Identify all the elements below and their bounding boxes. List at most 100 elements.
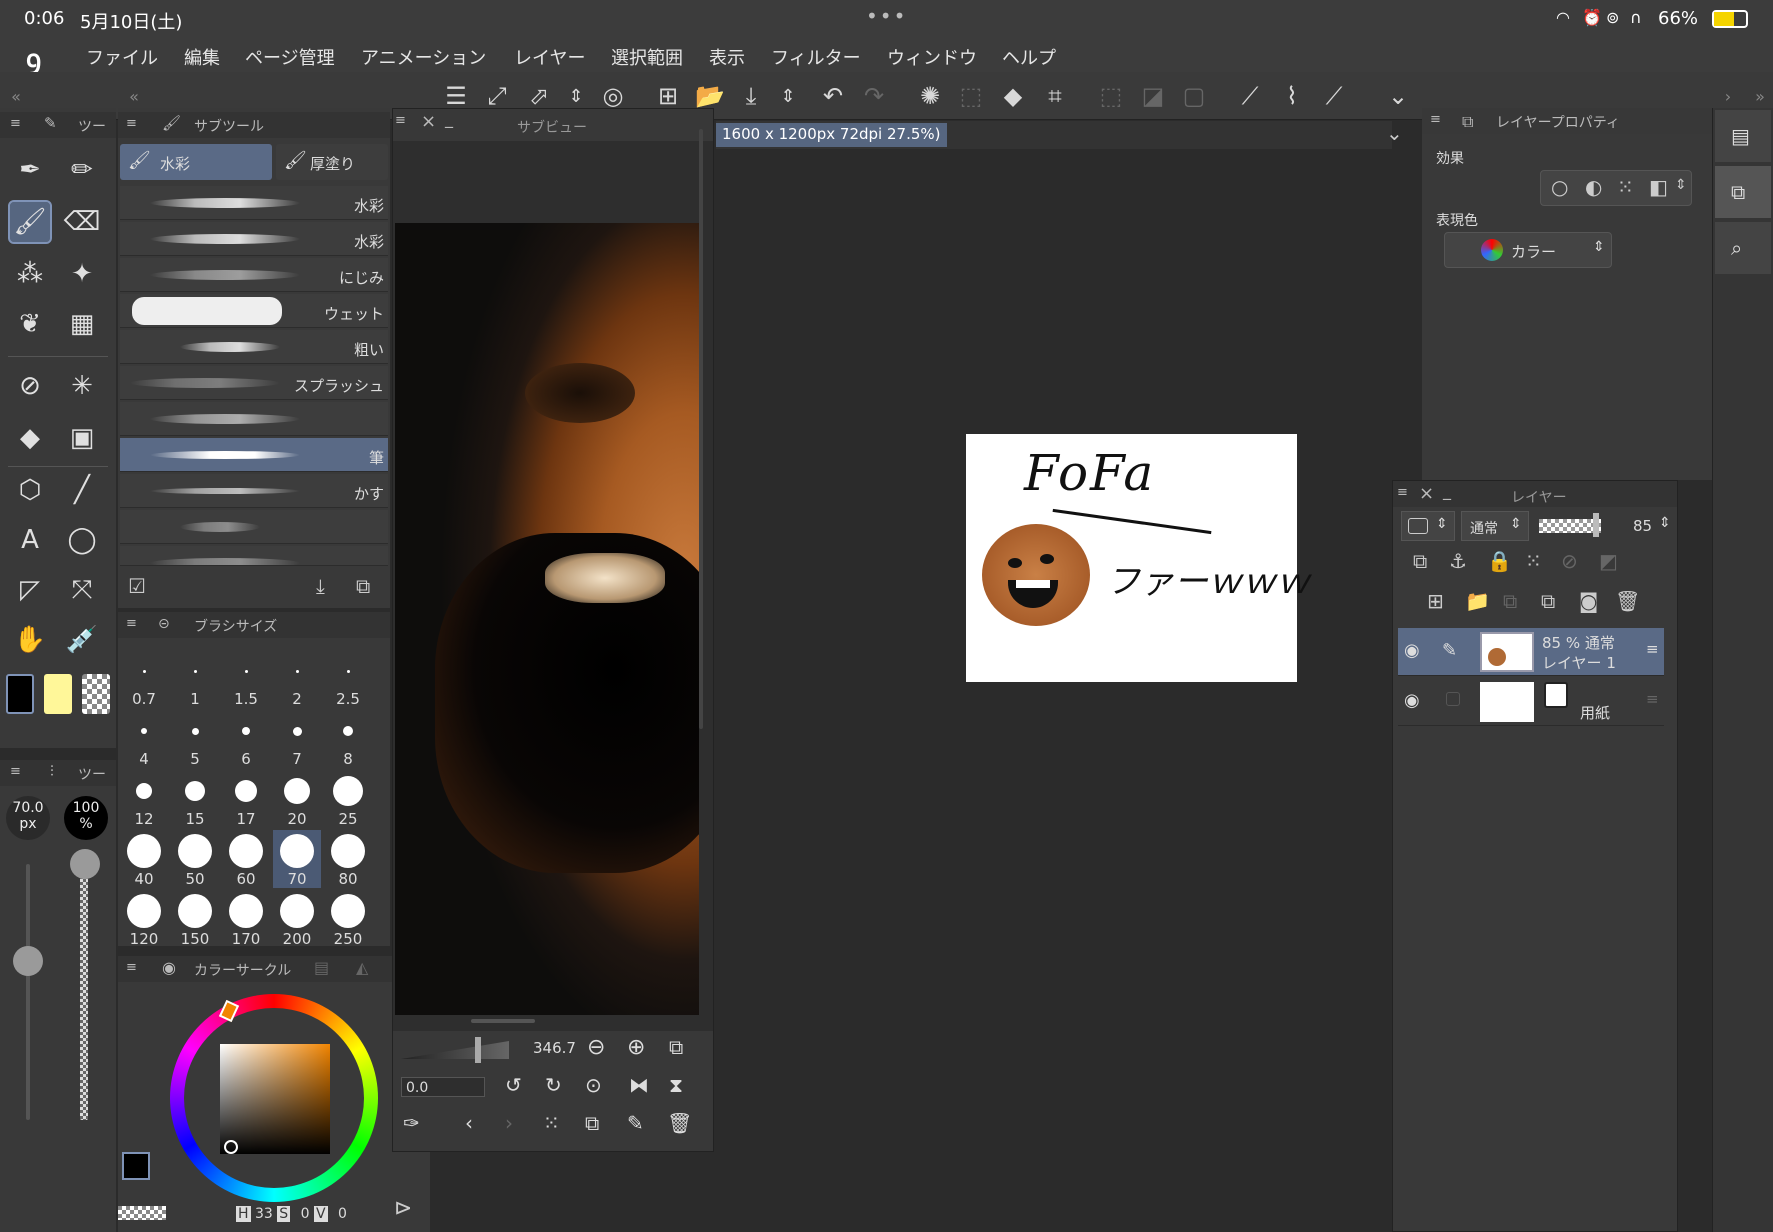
eyedropper-icon[interactable]: ✑ — [403, 1111, 420, 1135]
menu-animation[interactable]: アニメーション — [361, 44, 486, 70]
edit-icon[interactable]: ✎ — [627, 1111, 644, 1135]
opacity-slider[interactable] — [1539, 519, 1601, 533]
delete-layer-icon[interactable]: 🗑 — [1615, 589, 1640, 613]
border-effect-icon[interactable]: ○ — [1551, 175, 1568, 199]
brush-size-option[interactable]: 0.7 — [120, 650, 168, 708]
menu-help[interactable]: ヘルプ — [1002, 44, 1056, 70]
panel-menu-icon[interactable]: ≡ — [126, 116, 137, 131]
search-tab-icon[interactable]: ⌕ — [1715, 222, 1771, 274]
brush-tool[interactable]: 🖌 — [8, 200, 52, 244]
pen-ruler-icon[interactable]: ⟋ — [1318, 80, 1350, 112]
eraser-tool[interactable]: ⌫ — [62, 202, 102, 242]
zoom-slider-handle[interactable] — [475, 1037, 481, 1063]
brush-size-option[interactable]: 8 — [324, 710, 372, 768]
minimize-icon[interactable]: _ — [1443, 481, 1451, 500]
crop-icon[interactable]: ⌗ — [1039, 80, 1071, 112]
sub-color-swatch[interactable] — [44, 674, 72, 714]
new-folder-icon[interactable]: 📁 — [1465, 589, 1490, 613]
size-slider-track[interactable] — [26, 864, 30, 1120]
fill-tool[interactable]: ◆ — [10, 418, 50, 458]
brush-item[interactable]: 水彩 — [120, 186, 388, 220]
fill-icon[interactable]: ◆ — [997, 80, 1029, 112]
brush-size-option[interactable]: 120 — [120, 890, 168, 948]
subtool-settings-icon[interactable]: ☑ — [128, 574, 146, 598]
navigator-tab-icon[interactable]: ▤ — [1715, 110, 1771, 162]
ruler-icon[interactable]: ⟋ — [1234, 80, 1266, 112]
updown-icon[interactable]: ⇕ — [1675, 177, 1687, 193]
import-icon[interactable]: ⤓ — [316, 574, 325, 598]
object-tool[interactable]: ⬡ — [10, 470, 50, 510]
close-icon[interactable]: × — [421, 111, 436, 132]
brush-item[interactable]: 筆 — [120, 438, 388, 472]
selection-border-icon[interactable]: ▢ — [1178, 80, 1210, 112]
brush-item[interactable]: 水彩 — [120, 222, 388, 256]
color-set-tab-icon[interactable]: ◭ — [356, 958, 368, 977]
menu-selection[interactable]: 選択範囲 — [611, 44, 683, 70]
layer-color-select[interactable]: ⇕ — [1401, 511, 1455, 541]
canvas-paper[interactable]: FoFa ファーｗｗｗ — [966, 434, 1310, 682]
menu-file[interactable]: ファイル — [86, 44, 158, 70]
lock-icon[interactable]: 🔒 — [1487, 549, 1512, 573]
menu-filter[interactable]: フィルター — [771, 44, 861, 70]
magic-wand-tool[interactable]: ✳ — [62, 366, 102, 406]
undo-icon[interactable]: ↶ — [817, 80, 849, 112]
expression-color-select[interactable]: カラー ⇕ — [1444, 232, 1612, 268]
correct-line-tool[interactable]: ⤧ — [62, 570, 102, 610]
lasso-tool[interactable]: ⊘ — [10, 366, 50, 406]
menu-layer[interactable]: レイヤー — [514, 44, 585, 70]
reference-icon[interactable]: ⚓ — [1449, 549, 1467, 573]
brush-size-option[interactable]: 150 — [171, 890, 219, 948]
panel-menu-icon[interactable]: ≡ — [1430, 112, 1441, 127]
save-options-icon[interactable]: ⇕ — [772, 80, 804, 112]
chevron-down-icon[interactable]: ⌄ — [1386, 121, 1403, 145]
new-raster-layer-icon[interactable]: ⊞ — [1427, 589, 1444, 613]
canvas-area[interactable]: 1600 x 1200px 72dpi 27.5%) ⌄ FoFa ファーｗｗｗ — [716, 121, 1403, 1232]
app-logo-icon[interactable]: ꝯ — [26, 40, 41, 76]
lock-transparent-icon[interactable]: ⁙ — [1525, 549, 1542, 573]
menu-view[interactable]: 表示 — [709, 44, 745, 70]
brush-item[interactable] — [120, 402, 388, 436]
duplicate-icon[interactable]: ⧉ — [356, 574, 370, 598]
brush-size-option[interactable]: 170 — [222, 890, 270, 948]
clip-icon[interactable]: ⧉ — [1413, 549, 1427, 573]
menu-window[interactable]: ウィンドウ — [887, 44, 977, 70]
brush-size-option[interactable]: 70 — [273, 830, 321, 888]
zoom-slider[interactable] — [401, 1041, 509, 1059]
text-tool[interactable]: A — [10, 520, 50, 560]
opacity-slider-track[interactable] — [80, 864, 88, 1120]
reset-rotation-icon[interactable]: ⊙ — [585, 1073, 602, 1097]
zoom-out-icon[interactable]: ⊖ — [587, 1035, 605, 1060]
eye-icon[interactable]: ◉ — [1404, 690, 1420, 711]
tab-thick-paint[interactable]: 🖌 厚塗り — [276, 144, 388, 180]
layer-row[interactable]: ◉ 用紙 ≡ — [1398, 678, 1664, 726]
delete-icon[interactable]: 🗑 — [667, 1111, 692, 1135]
blend-tool[interactable]: ❦ — [10, 304, 50, 344]
brush-item[interactable]: にじみ — [120, 258, 388, 292]
brush-size-option[interactable]: 20 — [273, 770, 321, 828]
brush-size-option[interactable]: 1 — [171, 650, 219, 708]
select-icon[interactable]: ⬚ — [955, 80, 987, 112]
opacity-slider-handle[interactable] — [70, 849, 100, 879]
layer-mask-icon[interactable]: ◙ — [1579, 589, 1598, 613]
grid-tool[interactable]: ▦ — [62, 304, 102, 344]
brush-size-option[interactable]: 80 — [324, 830, 372, 888]
mask-icon[interactable]: ⊘ — [1561, 549, 1578, 573]
merge-down-icon[interactable]: ⧉ — [1503, 589, 1517, 613]
canvas-tab[interactable]: 1600 x 1200px 72dpi 27.5%) — [716, 123, 947, 147]
gradient-tool[interactable]: ▣ — [62, 418, 102, 458]
panel-menu-icon[interactable]: ≡ — [395, 113, 406, 128]
layer-menu-icon[interactable]: ≡ — [1646, 690, 1659, 708]
brush-item[interactable]: ウェット — [120, 294, 388, 328]
main-color-swatch[interactable] — [6, 674, 34, 714]
tab-watercolor[interactable]: 🖌 水彩 — [120, 144, 272, 180]
chevron-down-icon[interactable]: ⌄ — [1382, 80, 1414, 112]
brush-size-option[interactable]: 4 — [120, 710, 168, 768]
color-play-icon[interactable]: ⊳ — [394, 1196, 412, 1221]
brush-size-option[interactable]: 2 — [273, 650, 321, 708]
rotate-left-icon[interactable]: ↺ — [505, 1073, 522, 1097]
close-icon[interactable]: × — [1419, 483, 1434, 504]
eye-icon[interactable]: ◉ — [1404, 640, 1420, 661]
brush-size-option[interactable]: 25 — [324, 770, 372, 828]
brush-item[interactable]: かす — [120, 474, 388, 508]
brush-size-option[interactable]: 50 — [171, 830, 219, 888]
